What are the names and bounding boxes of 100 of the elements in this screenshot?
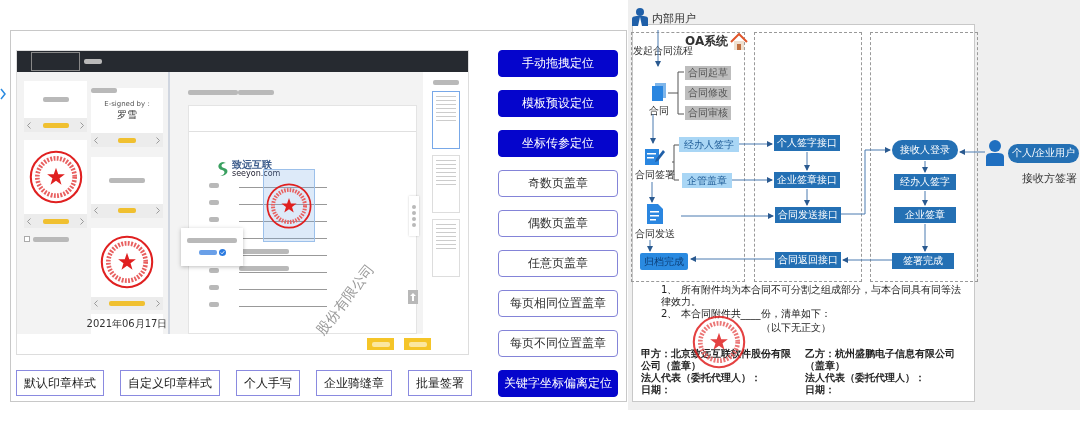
seal-icon	[265, 181, 313, 230]
party-name: 乙方：杭州盛鹏电子信息有限公司（盖章）	[805, 348, 956, 372]
receiver-caption: 接收方签署	[1022, 171, 1077, 186]
flow-node: 签署完成	[892, 253, 954, 269]
flow-start-label: 发起合同流程	[633, 45, 693, 58]
side-tab[interactable]	[409, 196, 419, 236]
signing-date: 2021年06月17日	[86, 317, 168, 332]
arrow	[959, 149, 986, 155]
stamp-style-button[interactable]: 自定义印章样式	[120, 370, 220, 396]
stamp-style-button[interactable]: 批量签署	[408, 370, 472, 396]
logo-icon	[216, 161, 230, 177]
chevron-right-icon	[0, 88, 6, 100]
header-logo-box	[31, 52, 80, 71]
chevron-right-icon[interactable]	[80, 217, 84, 225]
date-label: 日期：	[641, 384, 672, 396]
house-icon	[730, 33, 749, 50]
arrow	[840, 147, 891, 215]
blurred-label	[209, 268, 219, 273]
blurred-label	[42, 218, 69, 224]
positioning-button[interactable]: 坐标传参定位	[498, 130, 618, 157]
positioning-button[interactable]: 偶数页盖章	[498, 210, 618, 237]
end-note: （以下无正文）	[761, 322, 832, 334]
blurred-label	[408, 341, 427, 347]
chevron-right-icon[interactable]	[80, 121, 84, 129]
arrow	[731, 177, 773, 183]
checkbox[interactable]	[24, 236, 30, 242]
seal-icon	[27, 149, 84, 205]
chevron-left-icon[interactable]	[94, 136, 98, 144]
flow-node: 合同审核	[685, 106, 731, 120]
arrow	[922, 190, 928, 206]
chevron-right-icon[interactable]	[156, 300, 160, 307]
positioning-button[interactable]: 模板预设定位	[498, 90, 618, 117]
stamp-style-button[interactable]: 企业骑缝章	[316, 370, 392, 396]
logo-name: 致远互联	[232, 160, 273, 170]
arrow	[804, 188, 810, 206]
blurred-label	[42, 122, 69, 128]
positioning-button[interactable]: 奇数页盖章	[498, 170, 618, 197]
logo-domain: seeyon.com	[232, 170, 281, 178]
positioning-button[interactable]: 关键字坐标偏离定位	[498, 370, 618, 397]
flow-node: 经办人签字	[679, 137, 739, 152]
blurred-label	[42, 97, 69, 102]
flow-node: 企管盖章	[682, 173, 732, 188]
action-button[interactable]	[404, 338, 431, 350]
flow-node: 合同发送接口	[775, 207, 841, 223]
blurred-label	[209, 285, 219, 290]
check-icon	[218, 249, 226, 256]
flow-node: 接收人登录	[892, 140, 958, 160]
back-to-top-button[interactable]	[408, 290, 418, 304]
blurred-label	[371, 341, 390, 347]
blurred-label	[187, 238, 237, 243]
arrow	[922, 223, 928, 252]
chevron-left-icon[interactable]	[27, 121, 31, 129]
chevron-left-icon[interactable]	[94, 207, 98, 215]
flow-node: 经办人签字	[894, 174, 956, 190]
blurred-label	[209, 302, 219, 307]
positioning-button[interactable]: 手动拖拽定位	[498, 50, 618, 77]
node-label: 合同发送	[635, 227, 675, 241]
edit-document-icon	[645, 147, 665, 165]
blurred-label	[33, 236, 69, 242]
signer-name: 罗雪	[117, 108, 137, 122]
blurred-label	[209, 200, 219, 205]
blurred-label	[209, 217, 219, 222]
representative-label: 法人代表（委托代理人）：	[641, 372, 762, 384]
chevron-left-icon[interactable]	[94, 300, 98, 307]
blurred-label	[432, 80, 459, 85]
watermark-text: 股份有限公司	[313, 261, 379, 339]
bracket-line	[667, 71, 685, 115]
positioning-button[interactable]: 任意页盖章	[498, 250, 618, 277]
flow-node: 归档完成	[640, 253, 688, 270]
positioning-button[interactable]: 每页相同位置盖章	[498, 290, 618, 317]
blurred-label	[118, 208, 136, 214]
flow-node: 个人签字接口	[774, 135, 840, 151]
document-icon	[647, 204, 663, 224]
person-icon	[986, 140, 1004, 166]
actor-label: 内部用户	[652, 11, 696, 26]
stamp-style-button[interactable]: 默认印章样式	[16, 370, 104, 396]
arrow	[922, 160, 928, 173]
chevron-left-icon[interactable]	[27, 217, 31, 225]
blurred-label	[84, 59, 102, 64]
blurred-label	[118, 137, 136, 143]
arrow	[647, 239, 653, 252]
arrow	[804, 151, 810, 171]
node-label: 合同	[649, 104, 669, 118]
node-label: 合同签署	[635, 168, 675, 182]
positioning-button[interactable]: 每页不同位置盖章	[498, 330, 618, 357]
user-type-badge: 个人/企业用户	[1008, 143, 1080, 163]
blurred-label	[209, 183, 219, 188]
flow-node: 企业签章接口	[774, 172, 840, 188]
stamp-style-button[interactable]: 个人手写	[236, 370, 300, 396]
system-title: OA系统	[685, 33, 729, 48]
seal-icon	[99, 234, 155, 291]
chevron-right-icon[interactable]	[156, 136, 160, 144]
flow-node: 合同修改	[685, 86, 731, 100]
chevron-right-icon[interactable]	[156, 207, 160, 215]
flow-node: 合同返回接口	[775, 252, 841, 268]
contract-clause: 1、 所有附件均为本合同不可分割之组成部分，与本合同具有同等法律效力。	[661, 284, 962, 308]
blurred-label	[109, 301, 145, 306]
up-arrow-icon	[410, 293, 416, 301]
action-button[interactable]	[367, 338, 394, 350]
page-thumbnail[interactable]	[431, 91, 460, 149]
